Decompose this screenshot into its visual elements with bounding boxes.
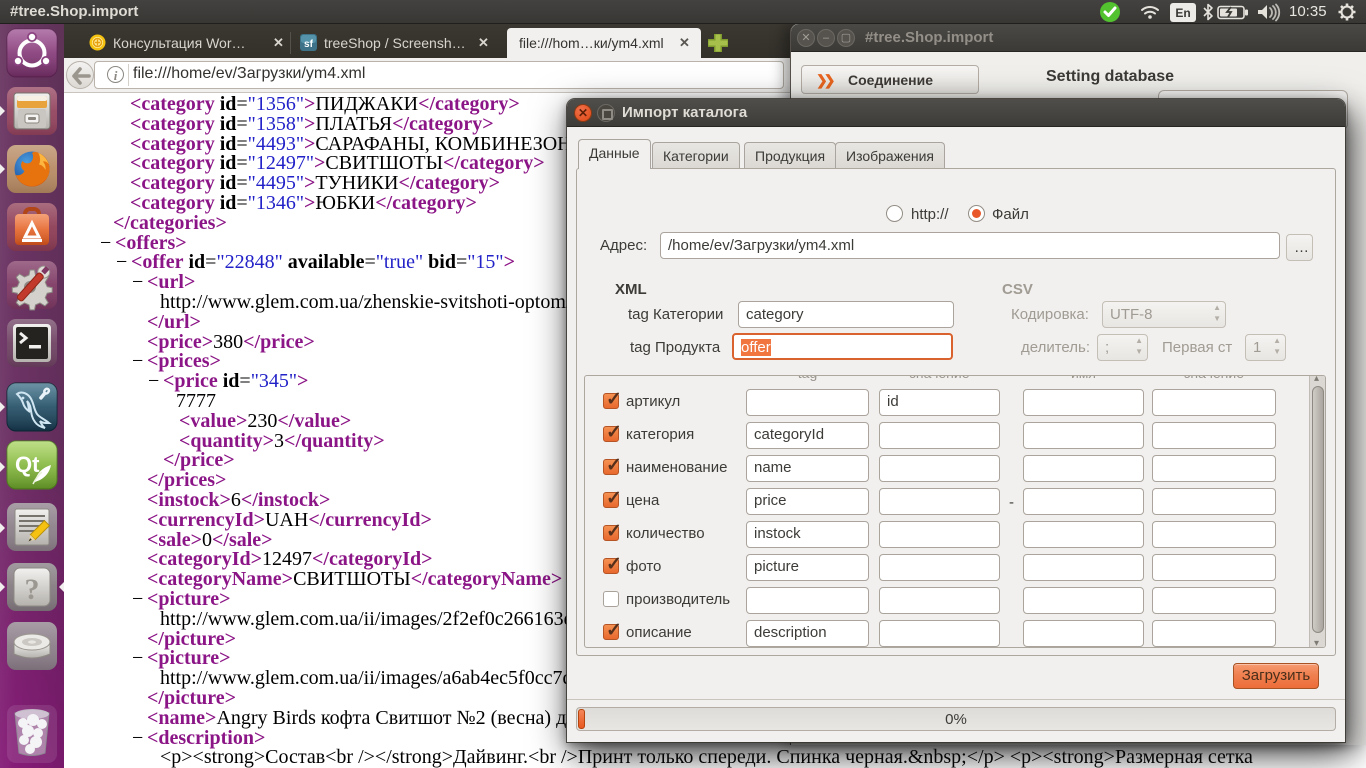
svg-text:Qt: Qt <box>15 452 40 477</box>
svg-text:En: En <box>1175 6 1190 20</box>
svg-text:?: ? <box>25 573 40 606</box>
svg-text:sf: sf <box>304 39 314 50</box>
